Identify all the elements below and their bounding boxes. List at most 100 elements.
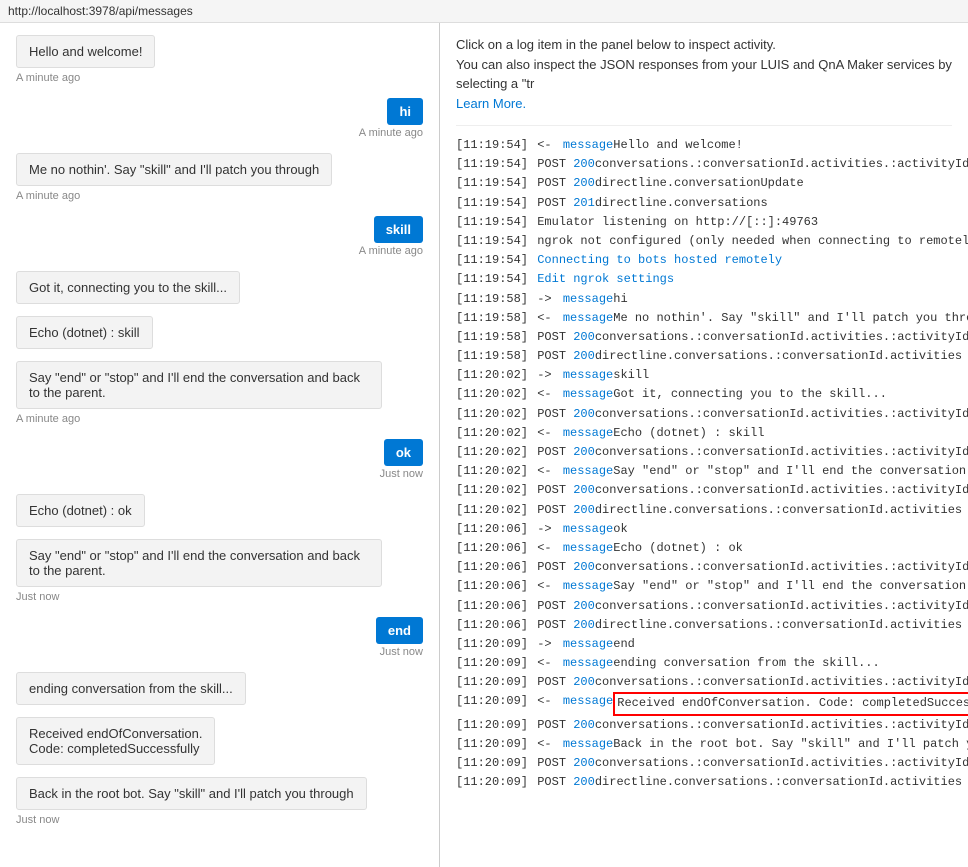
log-arrow: <- [537, 654, 551, 673]
user-bubble[interactable]: ok [384, 439, 423, 466]
log-status-link[interactable]: 201 [573, 194, 595, 213]
log-line[interactable]: [11:19:54] POST 200 directline.conversat… [456, 174, 952, 193]
log-time: [11:20:02] [456, 385, 528, 404]
log-line[interactable]: [11:20:06] POST 200 directline.conversat… [456, 616, 952, 635]
url-display: http://localhost:3978/api/messages [8, 4, 193, 18]
bot-bubble[interactable]: ending conversation from the skill... [16, 672, 246, 705]
log-message-link[interactable]: message [563, 424, 613, 443]
log-line[interactable]: [11:19:58] POST 200 conversations.:conve… [456, 328, 952, 347]
log-status-link[interactable]: 200 [573, 673, 595, 692]
log-message-link[interactable]: message [563, 520, 613, 539]
bot-bubble[interactable]: Back in the root bot. Say "skill" and I'… [16, 777, 367, 810]
log-line[interactable]: [11:20:02] <- message Echo (dotnet) : sk… [456, 424, 952, 443]
log-line[interactable]: [11:20:02] <- message Got it, connecting… [456, 385, 952, 404]
log-line[interactable]: [11:20:09] POST 200 conversations.:conve… [456, 754, 952, 773]
log-line[interactable]: [11:19:58] POST 200 directline.conversat… [456, 347, 952, 366]
log-time: [11:20:09] [456, 716, 528, 735]
bot-bubble[interactable]: Say "end" or "stop" and I'll end the con… [16, 361, 382, 409]
bot-bubble[interactable]: Echo (dotnet) : ok [16, 494, 145, 527]
log-path: conversations.:conversationId.activities… [595, 673, 968, 692]
bot-bubble[interactable]: Hello and welcome! [16, 35, 155, 68]
user-message-block: ok Just now [16, 439, 423, 484]
user-bubble[interactable]: end [376, 617, 423, 644]
log-status-link[interactable]: 200 [573, 443, 595, 462]
log-post: POST [537, 328, 566, 347]
log-line[interactable]: [11:20:02] <- message Say "end" or "stop… [456, 462, 952, 481]
log-line[interactable]: [11:20:09] <- message Received endOfConv… [456, 692, 952, 715]
log-line[interactable]: [11:19:54] <- message Hello and welcome! [456, 136, 952, 155]
log-line[interactable]: [11:20:09] POST 200 directline.conversat… [456, 773, 952, 792]
log-message-link[interactable]: message [563, 577, 613, 596]
log-message-link[interactable]: message [563, 735, 613, 754]
log-status-link[interactable]: 200 [573, 155, 595, 174]
log-line[interactable]: [11:20:06] <- message Echo (dotnet) : ok [456, 539, 952, 558]
log-message-link[interactable]: message [563, 462, 613, 481]
log-line[interactable]: [11:19:58] -> message hi [456, 290, 952, 309]
log-status-link[interactable]: 200 [573, 597, 595, 616]
log-line[interactable]: [11:19:54] ngrok not configured (only ne… [456, 232, 952, 251]
log-line[interactable]: [11:19:54] POST 200 conversations.:conve… [456, 155, 952, 174]
timestamp: Just now [380, 468, 423, 480]
log-line[interactable]: [11:19:54] Edit ngrok settings [456, 270, 952, 289]
log-line[interactable]: [11:19:54] Emulator listening on http://… [456, 213, 952, 232]
log-message-link[interactable]: message [563, 539, 613, 558]
log-status-link[interactable]: 200 [573, 174, 595, 193]
log-line[interactable]: [11:19:54] Connecting to bots hosted rem… [456, 251, 952, 270]
bot-bubble[interactable]: Echo (dotnet) : skill [16, 316, 153, 349]
log-message-link[interactable]: message [563, 385, 613, 404]
log-panel[interactable]: Click on a log item in the panel below t… [440, 23, 968, 867]
bot-bubble[interactable]: Got it, connecting you to the skill... [16, 271, 240, 304]
log-line[interactable]: [11:20:02] POST 200 conversations.:conve… [456, 405, 952, 424]
log-message-link[interactable]: message [563, 309, 613, 328]
log-path: directline.conversations.:conversationId… [595, 501, 962, 520]
log-line[interactable]: [11:20:06] POST 200 conversations.:conve… [456, 597, 952, 616]
log-line[interactable]: [11:20:02] POST 200 directline.conversat… [456, 501, 952, 520]
log-status-link[interactable]: 200 [573, 716, 595, 735]
log-line[interactable]: [11:20:09] <- message ending conversatio… [456, 654, 952, 673]
bot-bubble[interactable]: Me no nothin'. Say "skill" and I'll patc… [16, 153, 332, 186]
user-message-block: endJust now [16, 617, 423, 662]
log-line[interactable]: [11:20:09] -> message end [456, 635, 952, 654]
log-message-link[interactable]: message [563, 635, 613, 654]
log-line[interactable]: [11:20:06] POST 200 conversations.:conve… [456, 558, 952, 577]
user-bubble[interactable]: skill [374, 216, 423, 243]
log-status-link[interactable]: 200 [573, 616, 595, 635]
bot-bubble[interactable]: Received endOfConversation. Code: comple… [16, 717, 215, 765]
log-line[interactable]: [11:20:09] <- message Back in the root b… [456, 735, 952, 754]
log-status-link[interactable]: 200 [573, 481, 595, 500]
log-line[interactable]: [11:20:02] POST 200 conversations.:conve… [456, 443, 952, 462]
log-line[interactable]: [11:20:09] POST 200 conversations.:conve… [456, 716, 952, 735]
log-line[interactable]: [11:20:06] <- message Say "end" or "stop… [456, 577, 952, 596]
log-status-link[interactable]: 200 [573, 501, 595, 520]
info-line2: You can also inspect the JSON responses … [456, 55, 952, 94]
log-link-item[interactable]: Edit ngrok settings [537, 270, 674, 289]
log-message-link[interactable]: message [563, 366, 613, 385]
log-message-link[interactable]: message [563, 692, 613, 715]
log-status-link[interactable]: 200 [573, 558, 595, 577]
log-message-link[interactable]: message [563, 136, 613, 155]
log-line[interactable]: [11:19:54] POST 201 directline.conversat… [456, 194, 952, 213]
chat-panel[interactable]: Hello and welcome!A minute agohiA minute… [0, 23, 440, 867]
log-line[interactable]: [11:20:02] -> message skill [456, 366, 952, 385]
log-path: conversations.:conversationId.activities… [595, 558, 968, 577]
log-plain: Emulator listening on http://[::]:49763 [537, 213, 818, 232]
log-status-link[interactable]: 200 [573, 347, 595, 366]
log-time: [11:19:54] [456, 174, 528, 193]
log-message-link[interactable]: message [563, 290, 613, 309]
log-status-link[interactable]: 200 [573, 328, 595, 347]
log-time: [11:19:54] [456, 213, 528, 232]
log-status-link[interactable]: 200 [573, 754, 595, 773]
log-status-link[interactable]: 200 [573, 405, 595, 424]
log-time: [11:20:02] [456, 405, 528, 424]
learn-more-link[interactable]: Learn More. [456, 96, 526, 111]
bot-bubble[interactable]: Say "end" or "stop" and I'll end the con… [16, 539, 382, 587]
log-line[interactable]: [11:20:09] POST 200 conversations.:conve… [456, 673, 952, 692]
log-line[interactable]: [11:20:06] -> message ok [456, 520, 952, 539]
log-status-link[interactable]: 200 [573, 773, 595, 792]
log-arrow: -> [537, 635, 551, 654]
log-line[interactable]: [11:19:58] <- message Me no nothin'. Say… [456, 309, 952, 328]
log-line[interactable]: [11:20:02] POST 200 conversations.:conve… [456, 481, 952, 500]
user-bubble[interactable]: hi [387, 98, 423, 125]
log-message-link[interactable]: message [563, 654, 613, 673]
log-link-item[interactable]: Connecting to bots hosted remotely [537, 251, 782, 270]
